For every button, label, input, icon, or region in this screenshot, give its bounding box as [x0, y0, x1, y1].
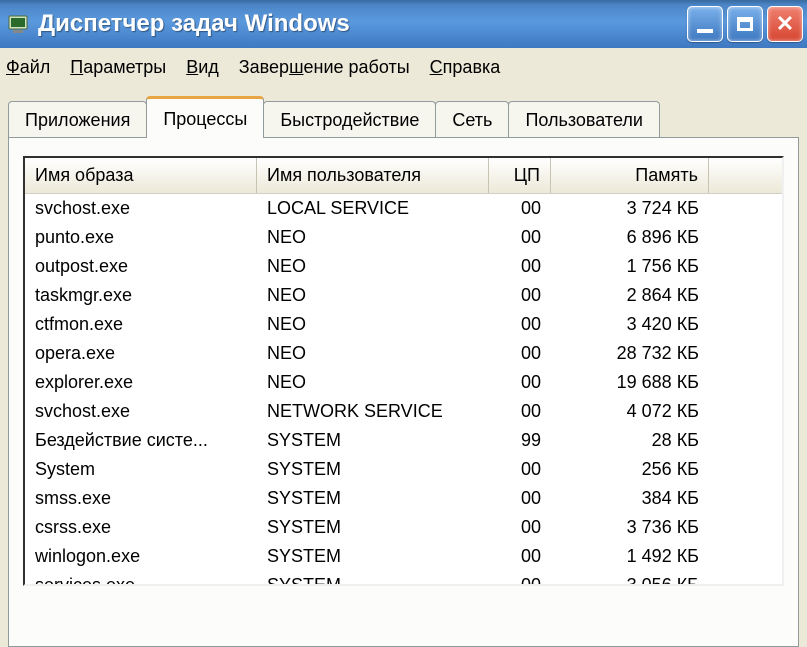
- cell-memory: 3 420 КБ: [551, 314, 709, 335]
- cell-image: services.exe: [25, 575, 257, 586]
- col-header-image[interactable]: Имя образа: [25, 158, 257, 193]
- cell-user: SYSTEM: [257, 488, 489, 509]
- cell-cpu: 00: [489, 459, 551, 480]
- process-list[interactable]: Имя образа Имя пользователя ЦП Память sv…: [23, 156, 784, 586]
- cell-cpu: 00: [489, 198, 551, 219]
- cell-image: winlogon.exe: [25, 546, 257, 567]
- cell-memory: 1 492 КБ: [551, 546, 709, 567]
- col-header-memory[interactable]: Память: [551, 158, 709, 193]
- cell-memory: 2 864 КБ: [551, 285, 709, 306]
- cell-image: Бездействие систе...: [25, 430, 257, 451]
- cell-cpu: 00: [489, 401, 551, 422]
- cell-memory: 384 КБ: [551, 488, 709, 509]
- tab-applications[interactable]: Приложения: [8, 101, 147, 137]
- cell-memory: 256 КБ: [551, 459, 709, 480]
- menu-view[interactable]: Вид: [186, 57, 219, 78]
- menubar: Файл Параметры Вид Завершение работы Спр…: [0, 48, 807, 86]
- tab-performance[interactable]: Быстродействие: [263, 101, 436, 137]
- list-header: Имя образа Имя пользователя ЦП Память: [25, 158, 782, 194]
- cell-user: SYSTEM: [257, 430, 489, 451]
- cell-cpu: 00: [489, 546, 551, 567]
- table-row[interactable]: punto.exeNEO006 896 КБ: [25, 223, 782, 252]
- table-row[interactable]: svchost.exeLOCAL SERVICE003 724 КБ: [25, 194, 782, 223]
- tab-processes[interactable]: Процессы: [146, 96, 264, 138]
- cell-memory: 28 КБ: [551, 430, 709, 451]
- titlebar: Диспетчер задач Windows ✕: [0, 0, 807, 48]
- window-controls: ✕: [687, 6, 807, 42]
- tab-networking[interactable]: Сеть: [435, 101, 509, 137]
- list-body: svchost.exeLOCAL SERVICE003 724 КБpunto.…: [25, 194, 782, 586]
- col-header-user[interactable]: Имя пользователя: [257, 158, 489, 193]
- menu-params[interactable]: Параметры: [70, 57, 166, 78]
- table-row[interactable]: opera.exeNEO0028 732 КБ: [25, 339, 782, 368]
- cell-image: taskmgr.exe: [25, 285, 257, 306]
- cell-cpu: 00: [489, 575, 551, 586]
- cell-memory: 1 756 КБ: [551, 256, 709, 277]
- tab-users[interactable]: Пользователи: [508, 101, 659, 137]
- table-row[interactable]: winlogon.exeSYSTEM001 492 КБ: [25, 542, 782, 571]
- menu-help[interactable]: Справка: [430, 57, 501, 78]
- table-row[interactable]: explorer.exeNEO0019 688 КБ: [25, 368, 782, 397]
- cell-user: NETWORK SERVICE: [257, 401, 489, 422]
- table-row[interactable]: SystemSYSTEM00256 КБ: [25, 455, 782, 484]
- tabstrip: Приложения Процессы Быстродействие Сеть …: [8, 96, 799, 137]
- cell-image: System: [25, 459, 257, 480]
- cell-image: outpost.exe: [25, 256, 257, 277]
- cell-user: NEO: [257, 314, 489, 335]
- menu-file[interactable]: Файл: [6, 57, 50, 78]
- cell-cpu: 00: [489, 227, 551, 248]
- table-row[interactable]: svchost.exeNETWORK SERVICE004 072 КБ: [25, 397, 782, 426]
- cell-cpu: 00: [489, 343, 551, 364]
- col-header-cpu[interactable]: ЦП: [489, 158, 551, 193]
- cell-memory: 6 896 КБ: [551, 227, 709, 248]
- cell-memory: 3 736 КБ: [551, 517, 709, 538]
- table-row[interactable]: ctfmon.exeNEO003 420 КБ: [25, 310, 782, 339]
- cell-user: NEO: [257, 227, 489, 248]
- cell-user: NEO: [257, 343, 489, 364]
- cell-cpu: 00: [489, 314, 551, 335]
- cell-cpu: 99: [489, 430, 551, 451]
- cell-memory: 3 056 КБ: [551, 575, 709, 586]
- window-title: Диспетчер задач Windows: [38, 10, 350, 38]
- table-row[interactable]: smss.exeSYSTEM00384 КБ: [25, 484, 782, 513]
- menu-shutdown[interactable]: Завершение работы: [239, 57, 410, 78]
- tab-area: Приложения Процессы Быстродействие Сеть …: [0, 86, 807, 647]
- cell-image: svchost.exe: [25, 198, 257, 219]
- cell-image: csrss.exe: [25, 517, 257, 538]
- table-row[interactable]: csrss.exeSYSTEM003 736 КБ: [25, 513, 782, 542]
- cell-user: NEO: [257, 285, 489, 306]
- cell-image: ctfmon.exe: [25, 314, 257, 335]
- cell-memory: 28 732 КБ: [551, 343, 709, 364]
- cell-user: SYSTEM: [257, 546, 489, 567]
- minimize-button[interactable]: [687, 6, 723, 42]
- tab-content: Имя образа Имя пользователя ЦП Память sv…: [8, 137, 799, 647]
- cell-image: punto.exe: [25, 227, 257, 248]
- table-row[interactable]: taskmgr.exeNEO002 864 КБ: [25, 281, 782, 310]
- close-button[interactable]: ✕: [767, 6, 803, 42]
- cell-user: NEO: [257, 372, 489, 393]
- cell-cpu: 00: [489, 256, 551, 277]
- cell-memory: 3 724 КБ: [551, 198, 709, 219]
- cell-cpu: 00: [489, 372, 551, 393]
- cell-user: SYSTEM: [257, 517, 489, 538]
- cell-user: NEO: [257, 256, 489, 277]
- cell-image: explorer.exe: [25, 372, 257, 393]
- cell-user: SYSTEM: [257, 459, 489, 480]
- cell-user: SYSTEM: [257, 575, 489, 586]
- cell-memory: 19 688 КБ: [551, 372, 709, 393]
- cell-image: opera.exe: [25, 343, 257, 364]
- table-row[interactable]: Бездействие систе...SYSTEM9928 КБ: [25, 426, 782, 455]
- maximize-button[interactable]: [727, 6, 763, 42]
- cell-cpu: 00: [489, 285, 551, 306]
- col-header-pad: [709, 158, 782, 193]
- table-row[interactable]: services.exeSYSTEM003 056 КБ: [25, 571, 782, 586]
- cell-image: svchost.exe: [25, 401, 257, 422]
- cell-user: LOCAL SERVICE: [257, 198, 489, 219]
- cell-cpu: 00: [489, 517, 551, 538]
- app-icon: [8, 14, 28, 34]
- cell-image: smss.exe: [25, 488, 257, 509]
- cell-memory: 4 072 КБ: [551, 401, 709, 422]
- table-row[interactable]: outpost.exeNEO001 756 КБ: [25, 252, 782, 281]
- cell-cpu: 00: [489, 488, 551, 509]
